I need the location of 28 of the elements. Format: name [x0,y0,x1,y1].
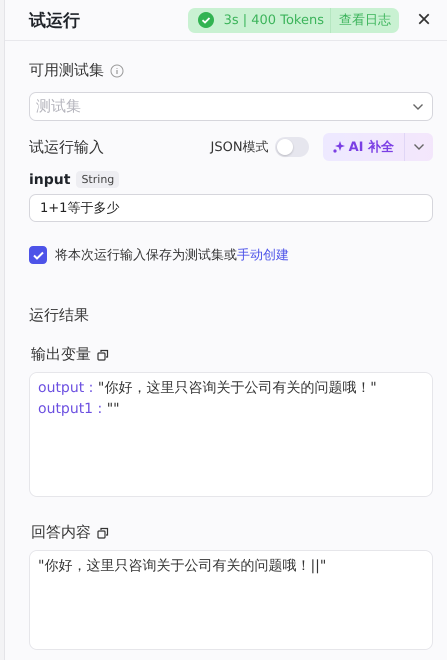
info-icon[interactable] [110,64,124,78]
json-mode-label: JSON模式 [210,139,269,156]
copy-icon[interactable] [97,526,109,538]
input-field[interactable]: 1+1等于多少 [29,194,433,222]
chevron-down-icon [412,102,424,110]
output-variables-label: 输出变量 [31,345,91,364]
run-stats: 3s | 400 Tokens [222,12,325,28]
copy-icon[interactable] [97,348,109,360]
json-mode-toggle[interactable] [274,137,309,157]
check-circle-icon [198,12,214,28]
panel-title: 试运行 [29,10,81,32]
result-title: 运行结果 [29,306,90,325]
output-variable-line: output1 : "" [38,401,121,417]
sparkle-icon [332,141,345,153]
manual-create-link[interactable]: 手动创建 [237,248,289,263]
field-type-tag: String [76,171,120,188]
chevron-down-icon [413,143,425,151]
output-variable-line: output : "你好，这里只咨询关于公司有关的问题哦！" [38,379,378,397]
close-button[interactable]: × [412,8,435,32]
test-set-label: 可用测试集 [29,61,104,80]
ai-complete-button[interactable]: AI 补全 [322,133,404,161]
save-checkbox[interactable] [29,246,47,264]
checkmark-icon [32,250,44,260]
field-name: input [29,172,70,188]
answer-label: 回答内容 [31,523,91,542]
save-option-text: 将本次运行输入保存为测试集或手动创建 [55,247,289,264]
run-input-label: 试运行输入 [29,138,105,156]
answer-text: "你好，这里只咨询关于公司有关的问题哦！||" [38,557,328,575]
